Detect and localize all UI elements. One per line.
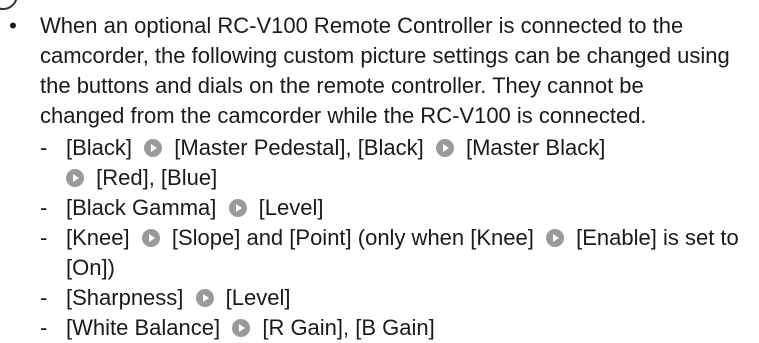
note-icon: [0, 0, 18, 10]
dash-marker: -: [40, 135, 48, 160]
paragraph-line: changed from the camcorder while the RC-…: [40, 103, 647, 128]
menu-arrow-icon: [141, 229, 160, 247]
item-text: [Slope] and [Point] (only when [Knee]: [171, 225, 534, 250]
menu-arrow-icon: [232, 319, 251, 337]
dash-marker: -: [40, 195, 48, 220]
dash-marker: -: [40, 315, 48, 340]
item-text: [Level]: [225, 285, 291, 310]
menu-arrow-icon: [546, 229, 564, 247]
menu-arrow-icon: [435, 139, 454, 157]
item-text: [R Gain], [B Gain]: [262, 315, 435, 340]
list-item-continuation: [On]): [40, 253, 750, 283]
list-item-knee: - [Knee] [Slope] and [Point] (only when …: [40, 223, 750, 253]
menu-arrow-icon: [195, 289, 214, 307]
item-text: [Master Black]: [465, 135, 606, 160]
list-item-white-balance: - [White Balance] [R Gain], [B Gain]: [40, 313, 750, 343]
dash-marker: -: [40, 225, 48, 250]
item-text: [On]): [66, 255, 115, 280]
item-text: [Red], [Blue]: [96, 165, 218, 190]
bullet-icon: •: [9, 13, 17, 38]
dash-marker: -: [40, 285, 48, 310]
paragraph-line: When an optional RC-V100 Remote Controll…: [40, 13, 684, 38]
item-text: [White Balance]: [66, 315, 221, 340]
menu-arrow-icon: [228, 199, 247, 217]
item-text: [Black]: [66, 135, 133, 160]
paragraph-line: camcorder, the following custom picture …: [40, 43, 730, 68]
item-text: [Sharpness]: [66, 285, 184, 310]
settings-list: - [Black] [Master Pedestal], [Black] [Ma…: [40, 133, 750, 343]
item-text: [Knee]: [66, 225, 130, 250]
menu-arrow-icon: [66, 169, 84, 187]
list-item-black-gamma: - [Black Gamma] [Level]: [40, 193, 750, 223]
item-text: [Level]: [258, 195, 324, 220]
paragraph-line: the buttons and dials on the remote cont…: [40, 73, 644, 98]
menu-arrow-icon: [144, 139, 163, 157]
item-text: [Black Gamma]: [66, 195, 217, 220]
list-item-black: - [Black] [Master Pedestal], [Black] [Ma…: [40, 133, 750, 163]
item-text: [Enable] is set to: [576, 225, 739, 250]
list-item-continuation: [Red], [Blue]: [40, 163, 750, 193]
list-item-sharpness: - [Sharpness] [Level]: [40, 283, 750, 313]
paragraph-text: When an optional RC-V100 Remote Controll…: [40, 11, 745, 131]
item-text: [Master Pedestal], [Black]: [174, 135, 424, 160]
